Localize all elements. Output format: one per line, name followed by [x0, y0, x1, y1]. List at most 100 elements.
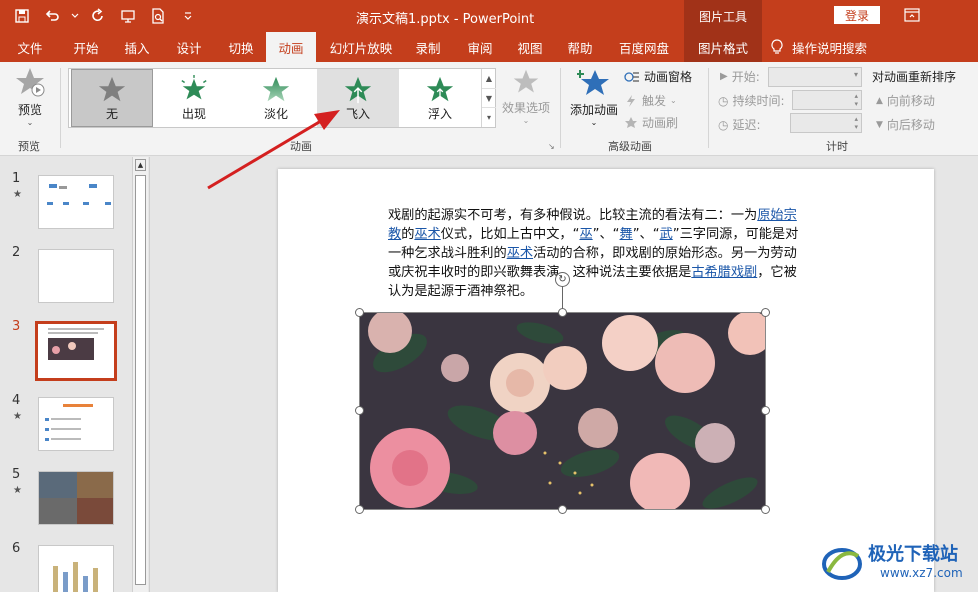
start-control: ▶ 开始:	[720, 68, 760, 85]
slide-number: 6	[12, 541, 21, 556]
slide-thumbnail-4[interactable]	[38, 397, 114, 451]
gallery-scroll: ▲ ▼ ▾	[481, 69, 496, 127]
gallery-scroll-up-icon[interactable]: ▲	[482, 69, 496, 89]
hyperlink-wu[interactable]: 巫	[579, 227, 592, 242]
duration-control: ◷ 持续时间:	[718, 92, 785, 109]
resize-handle-bottom-right[interactable]	[761, 505, 770, 514]
text-run: 的	[401, 227, 415, 242]
slide-number: 5	[12, 467, 21, 482]
undo-icon[interactable]	[40, 4, 64, 28]
move-earlier-button[interactable]: ▲ 向前移动	[876, 92, 935, 109]
brush-icon	[625, 116, 637, 128]
login-button[interactable]: 登录	[834, 6, 880, 24]
tab-picture-format[interactable]: 图片格式	[684, 32, 762, 62]
move-later-button[interactable]: ▼ 向后移动	[876, 116, 935, 133]
animation-painter-label: 动画刷	[642, 116, 679, 130]
thumbnail-scrollbar[interactable]: ▲	[132, 157, 148, 592]
group-label-preview: 预览	[18, 140, 40, 153]
animation-pane-button[interactable]: 动画窗格	[624, 68, 692, 85]
slide-text-box[interactable]: 戏剧的起源实不可考，有多种假说。比较主流的看法有二：一为原始宗教的巫术仪式，比如…	[388, 206, 808, 301]
redo-icon[interactable]	[86, 4, 110, 28]
hyperlink-dance[interactable]: 舞	[620, 227, 633, 242]
preview-button[interactable]: 预览 ⌄	[8, 66, 52, 127]
add-animation-star-icon	[576, 70, 609, 95]
gallery-more-icon[interactable]: ▾	[482, 108, 496, 127]
triangle-down-icon: ▼	[876, 119, 883, 130]
ribbon-display-options-icon[interactable]	[904, 8, 920, 22]
tab-review[interactable]: 审阅	[458, 32, 502, 62]
delay-spinner[interactable]: ▴ ▾	[790, 113, 862, 133]
customize-qat-icon[interactable]	[176, 4, 200, 28]
slide-thumbnail-5[interactable]	[38, 471, 114, 525]
effect-options-star-icon	[513, 69, 539, 93]
tab-record[interactable]: 录制	[406, 32, 450, 62]
slide-thumbnail-1[interactable]	[38, 175, 114, 229]
hyperlink-greek-drama[interactable]: 古希腊戏剧	[691, 265, 757, 280]
slide-thumbnail-6[interactable]	[38, 545, 114, 592]
chevron-down-icon: ⌄	[590, 118, 598, 127]
triangle-up-icon: ▲	[876, 95, 883, 106]
preview-star-icon	[16, 68, 45, 97]
picture-tools-label: 图片工具	[684, 0, 762, 32]
slide-thumbnail-3[interactable]	[35, 321, 117, 381]
trigger-button[interactable]: 触发 ⌄	[624, 92, 677, 109]
tab-help[interactable]: 帮助	[558, 32, 602, 62]
tab-animations[interactable]: 动画	[266, 32, 316, 62]
hyperlink-witchcraft[interactable]: 巫术	[414, 227, 440, 242]
resize-handle-top-right[interactable]	[761, 308, 770, 317]
watermark-title: 极光下载站	[868, 544, 958, 565]
slide-number: 4	[12, 393, 21, 408]
rose-photo-graphic	[360, 313, 765, 509]
chevron-down-icon: ⌄	[26, 118, 34, 127]
hyperlink-martial[interactable]: 武	[660, 227, 673, 242]
resize-handle-bottom-left[interactable]	[355, 505, 364, 514]
tab-design[interactable]: 设计	[164, 32, 214, 62]
move-later-label: 向后移动	[886, 118, 935, 132]
start-label: 开始:	[731, 70, 760, 84]
resize-handle-left[interactable]	[355, 406, 364, 415]
animation-painter-button[interactable]: 动画刷	[624, 114, 678, 131]
slide-number: 3	[12, 319, 21, 334]
resize-handle-top-left[interactable]	[355, 308, 364, 317]
undo-dropdown-icon[interactable]	[70, 4, 80, 28]
tab-home[interactable]: 开始	[60, 32, 112, 62]
animation-none[interactable]: 无	[71, 69, 153, 127]
dialog-launcher-icon[interactable]: ↘	[548, 142, 555, 151]
add-animation-button[interactable]: 添加动画 ⌄	[568, 68, 620, 127]
tell-me-label: 操作说明搜索	[792, 40, 868, 56]
hyperlink-witchcraft-2[interactable]: 巫术	[507, 246, 533, 261]
tab-slideshow[interactable]: 幻灯片放映	[322, 32, 400, 62]
start-dropdown[interactable]: ▾	[768, 67, 862, 87]
tab-file[interactable]: 文件	[8, 32, 52, 62]
gallery-scroll-down-icon[interactable]: ▼	[482, 89, 496, 109]
tab-transitions[interactable]: 切换	[216, 32, 266, 62]
group-divider	[708, 68, 709, 148]
tab-baidu-netdisk[interactable]: 百度网盘	[612, 32, 676, 62]
rotate-handle-icon[interactable]: ↻	[555, 272, 570, 287]
tab-view[interactable]: 视图	[508, 32, 552, 62]
effect-options-button[interactable]: 效果选项 ⌄	[500, 68, 552, 125]
red-arrow-annotation-icon	[207, 110, 340, 190]
ribbon-tabs: 文件 开始 插入 设计 切换 动画 幻灯片放映 录制 审阅 视图 帮助 百度网盘…	[0, 32, 978, 62]
tell-me-search[interactable]: 操作说明搜索	[770, 32, 867, 62]
tab-insert[interactable]: 插入	[112, 32, 162, 62]
selected-rose-picture[interactable]	[359, 312, 766, 510]
star-floatin-icon	[426, 76, 454, 101]
add-animation-label: 添加动画	[569, 103, 618, 117]
animation-float-in[interactable]: 浮入	[399, 69, 481, 127]
slide-number: 2	[12, 245, 21, 260]
present-from-start-icon[interactable]	[116, 4, 140, 28]
scroll-up-icon[interactable]: ▲	[135, 159, 146, 171]
slide-thumbnail-pane: 1 ★ 2 3 4 ★ 5 ★ 6	[0, 157, 150, 592]
resize-handle-bottom[interactable]	[558, 505, 567, 514]
resize-handle-right[interactable]	[761, 406, 770, 415]
duration-spinner[interactable]: ▴ ▾	[792, 90, 862, 110]
title-bar: 演示文稿1.pptx - PowerPoint 图片工具 登录	[0, 0, 978, 32]
scrollbar-thumb[interactable]	[135, 175, 146, 585]
slide-thumbnail-2[interactable]	[38, 249, 114, 303]
animation-pane-label: 动画窗格	[644, 70, 693, 84]
chevron-down-icon: ⌄	[522, 116, 530, 125]
save-icon[interactable]	[10, 4, 34, 28]
resize-handle-top[interactable]	[558, 308, 567, 317]
print-preview-icon[interactable]	[146, 4, 170, 28]
